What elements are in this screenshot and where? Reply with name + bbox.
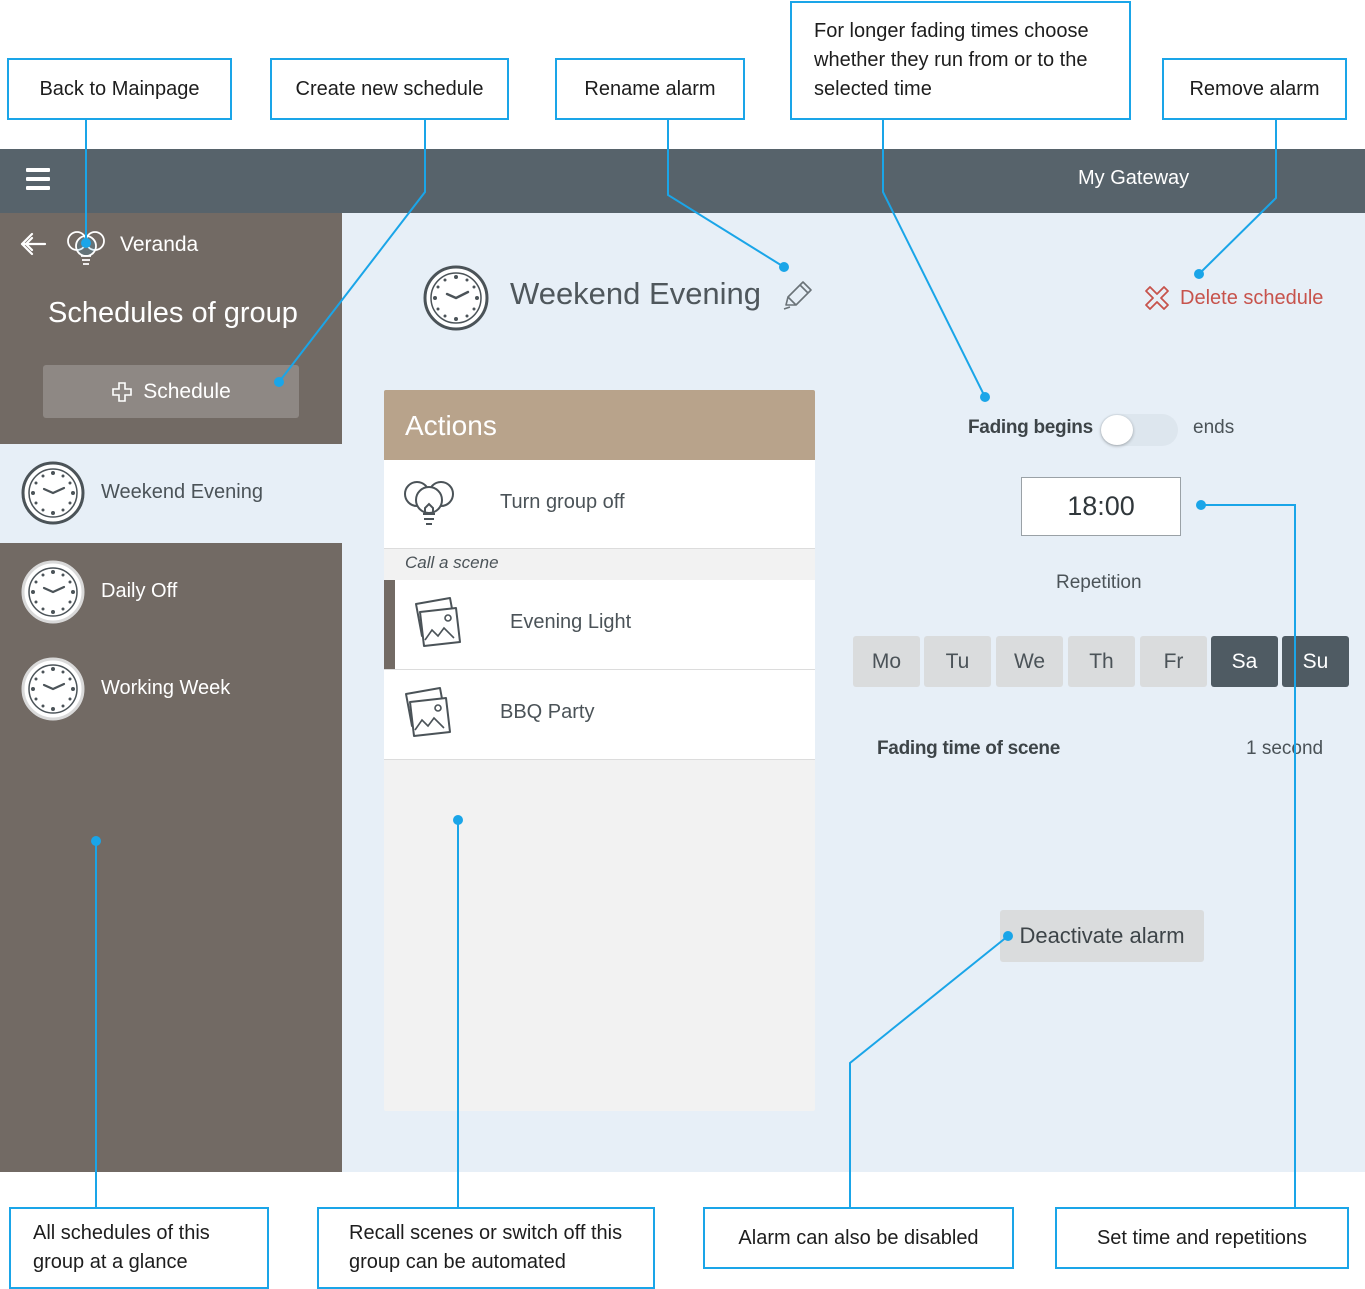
delete-schedule-label: Delete schedule — [1180, 286, 1324, 309]
group-name: Veranda — [120, 233, 199, 256]
schedule-item-label: Weekend Evening — [101, 481, 263, 503]
day-button-tu[interactable]: Tu — [924, 636, 991, 687]
delete-x-icon — [1145, 286, 1169, 310]
stage: My Gateway Veranda Schedules of group Sc… — [0, 0, 1365, 1289]
clock-icon — [21, 657, 85, 721]
schedule-item-daily-off[interactable]: Daily Off — [0, 543, 342, 640]
repetition-label: Repetition — [1056, 572, 1142, 593]
scene-image-icon — [405, 687, 451, 737]
section-label: Call a scene — [405, 553, 499, 572]
day-button-th[interactable]: Th — [1068, 636, 1135, 687]
callout-recall-scenes: Recall scenes or switch off this group c… — [317, 1207, 655, 1289]
time-input[interactable] — [1021, 477, 1181, 536]
fading-time-label: Fading time of scene — [877, 738, 1060, 759]
day-button-su[interactable]: Su — [1282, 636, 1349, 687]
bulb-group-icon — [67, 231, 105, 265]
bulb-group-icon — [404, 481, 454, 525]
callout-back-to-mainpage: Back to Mainpage — [7, 58, 232, 120]
gateway-title: My Gateway — [1078, 167, 1190, 189]
deactivate-alarm-button[interactable]: Deactivate alarm — [1000, 910, 1204, 962]
action-label: Turn group off — [500, 491, 625, 513]
add-schedule-button[interactable]: Schedule — [43, 365, 299, 418]
action-scene-evening-light[interactable]: Evening Light — [384, 580, 815, 670]
delete-schedule-button[interactable]: Delete schedule — [1144, 284, 1323, 312]
back-arrow-icon[interactable] — [18, 229, 48, 259]
add-schedule-label: Schedule — [143, 379, 231, 403]
callout-remove-alarm: Remove alarm — [1162, 58, 1347, 120]
action-label: Evening Light — [510, 611, 632, 633]
action-label: BBQ Party — [500, 701, 595, 723]
callout-rename-alarm: Rename alarm — [555, 58, 745, 120]
scene-image-icon — [415, 597, 461, 647]
schedule-item-weekend-evening[interactable]: Weekend Evening — [0, 444, 342, 541]
callout-create-schedule: Create new schedule — [270, 58, 509, 120]
callout-set-time: Set time and repetitions — [1055, 1207, 1349, 1269]
fading-toggle[interactable] — [1100, 414, 1178, 446]
action-turn-group-off[interactable]: Turn group off — [384, 460, 815, 549]
schedule-title: Weekend Evening — [510, 276, 762, 311]
schedule-item-working-week[interactable]: Working Week — [0, 640, 342, 737]
toggle-knob — [1101, 415, 1133, 445]
clock-icon — [21, 461, 85, 525]
actions-title: Actions — [405, 410, 497, 441]
plus-icon — [112, 381, 133, 402]
callout-all-schedules: All schedules of this group at a glance — [9, 1207, 269, 1289]
clock-icon — [423, 265, 489, 331]
action-scene-bbq-party[interactable]: BBQ Party — [384, 670, 815, 760]
clock-icon — [21, 560, 85, 624]
schedule-item-label: Daily Off — [101, 580, 178, 602]
day-button-we[interactable]: We — [996, 636, 1063, 687]
fading-ends-label: ends — [1193, 417, 1235, 438]
day-button-sa[interactable]: Sa — [1211, 636, 1278, 687]
callout-fading: For longer fading times choose whether t… — [790, 1, 1131, 120]
day-button-fr[interactable]: Fr — [1140, 636, 1207, 687]
callout-alarm-disabled: Alarm can also be disabled — [703, 1207, 1014, 1269]
pencil-icon[interactable] — [780, 279, 814, 313]
schedule-item-label: Working Week — [101, 677, 231, 699]
fading-begins-label: Fading begins — [968, 417, 1093, 438]
hamburger-icon[interactable] — [26, 168, 50, 190]
fading-time-value: 1 second — [1246, 738, 1324, 759]
day-button-mo[interactable]: Mo — [853, 636, 920, 687]
selected-indicator — [384, 580, 395, 669]
sidebar-heading: Schedules of group — [48, 297, 298, 329]
